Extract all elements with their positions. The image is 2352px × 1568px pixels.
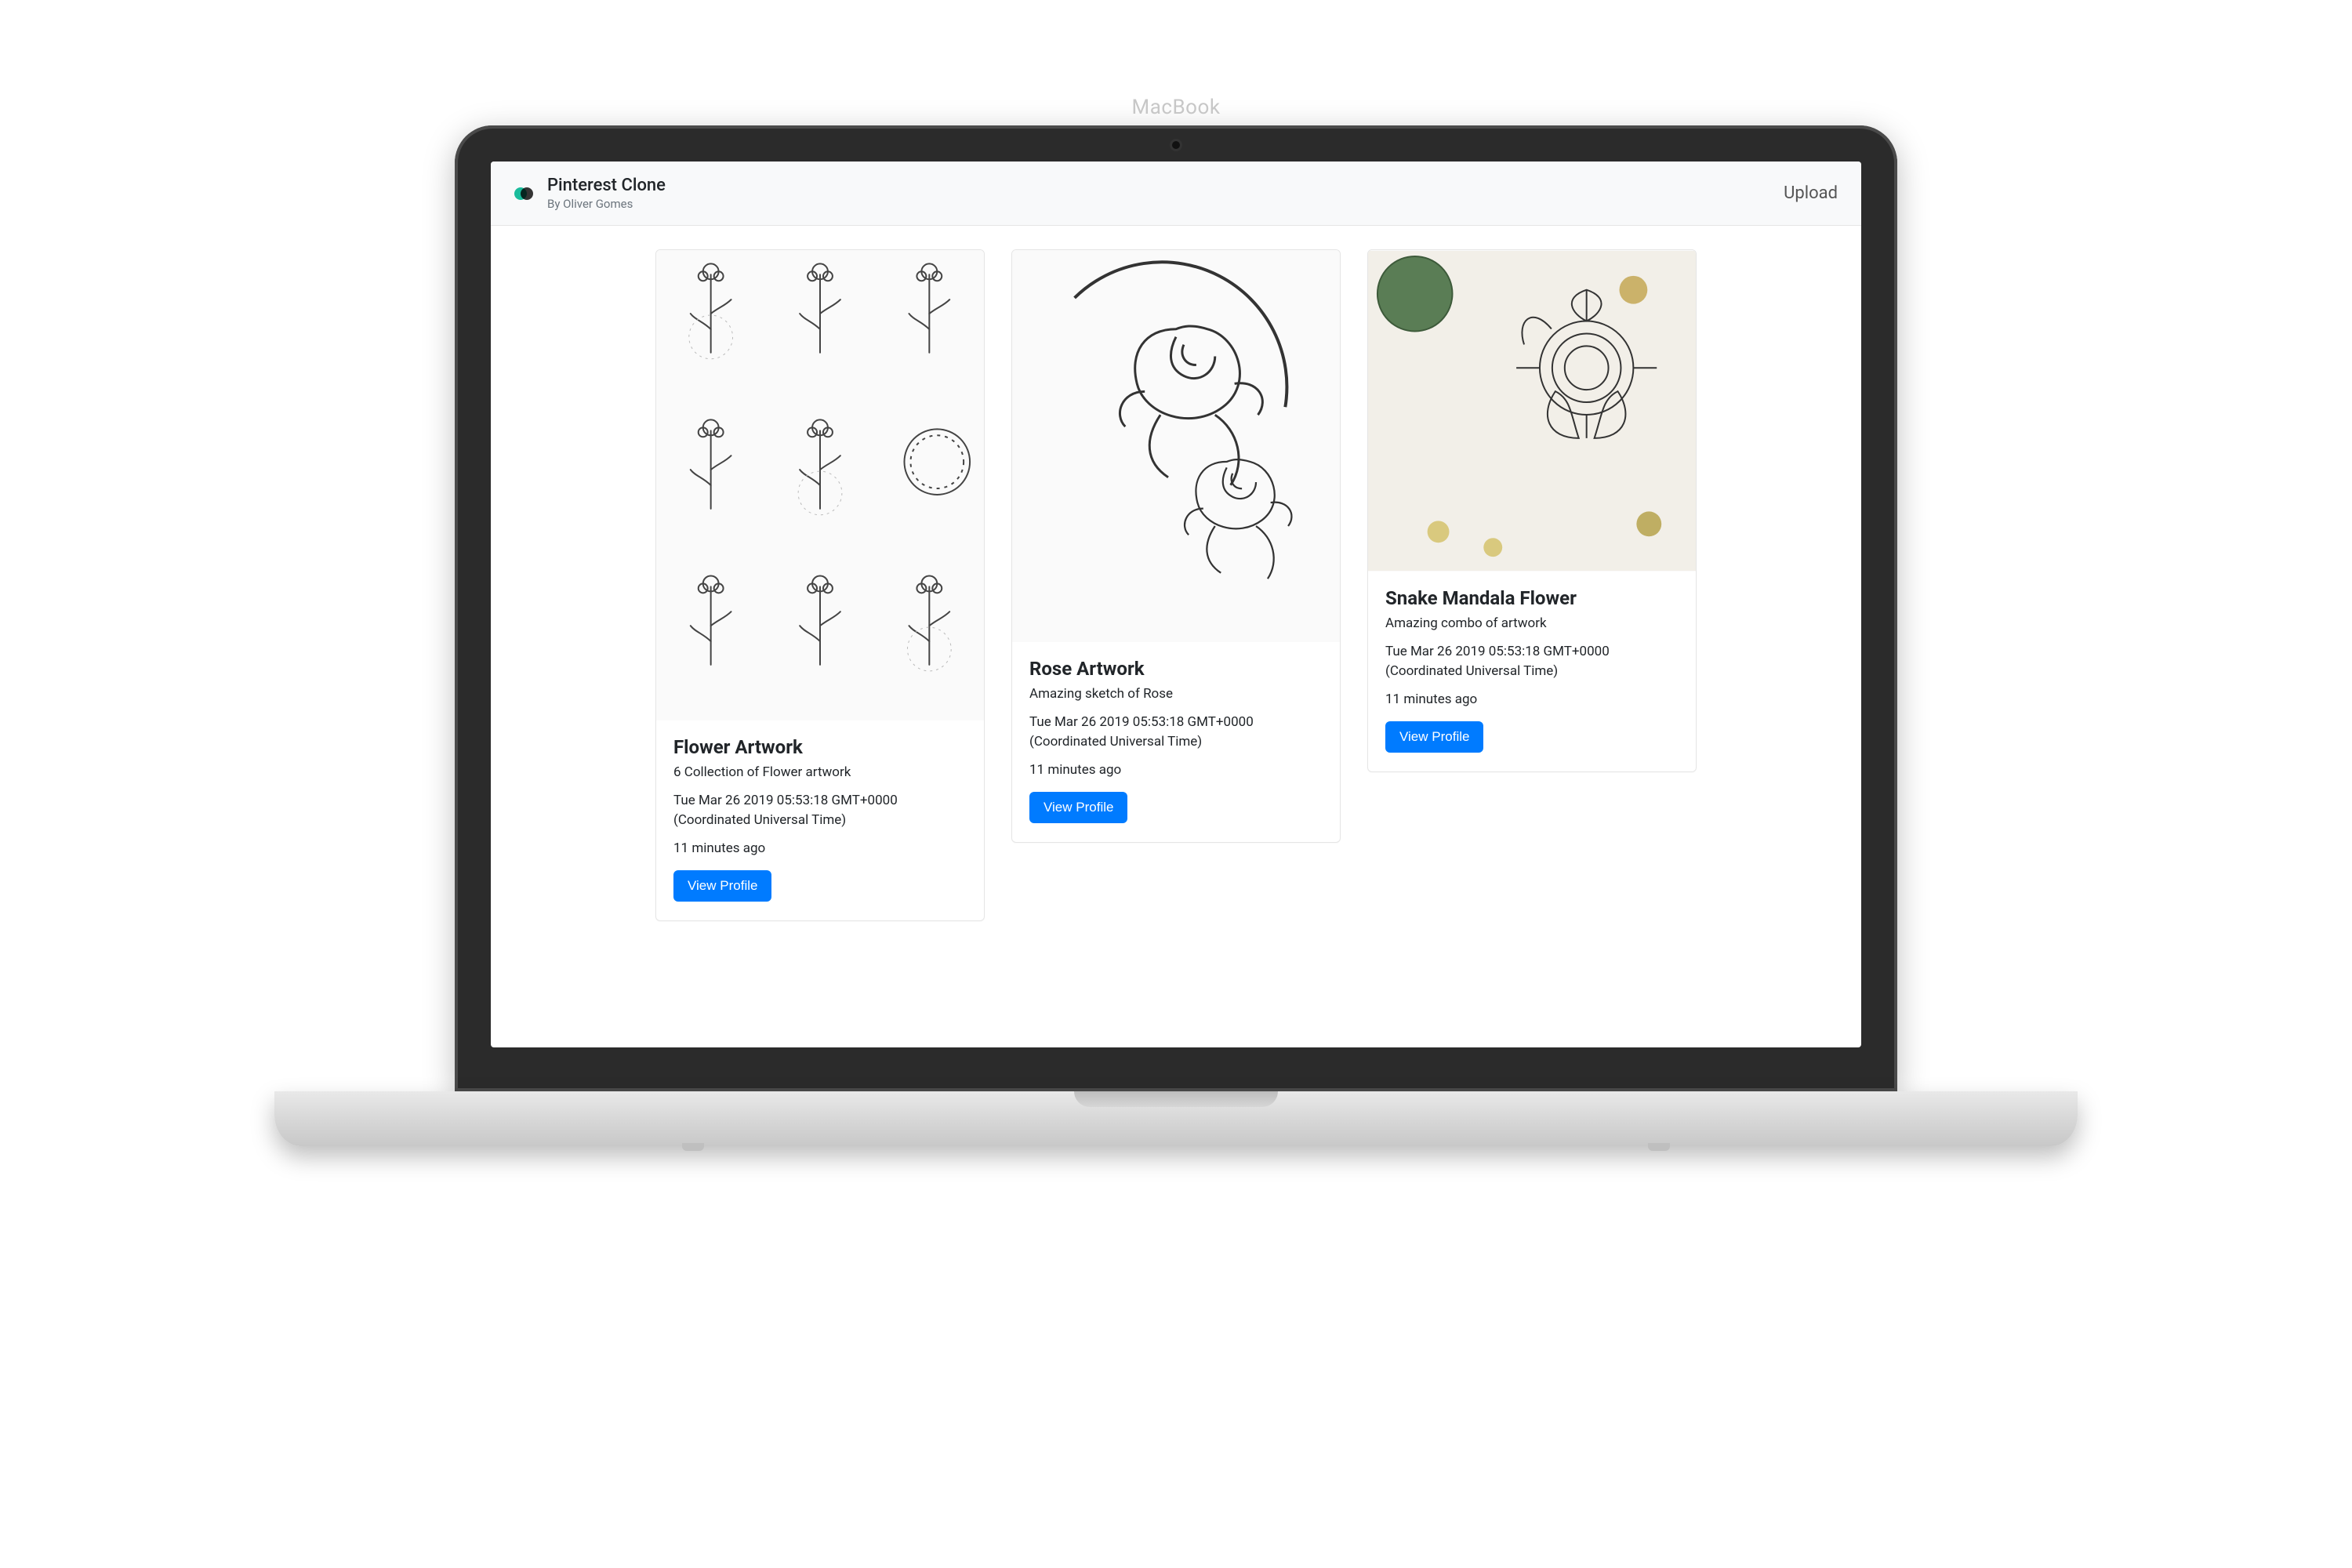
upload-link[interactable]: Upload (1784, 183, 1838, 203)
card-body: Rose Artwork Amazing sketch of Rose Tue … (1012, 642, 1340, 842)
view-profile-button[interactable]: View Profile (1029, 792, 1127, 823)
artwork-card: Rose Artwork Amazing sketch of Rose Tue … (1011, 249, 1341, 843)
webcam-dot (1172, 141, 1180, 149)
card-description: 6 Collection of Flower artwork (673, 764, 967, 780)
card-body: Snake Mandala Flower Amazing combo of ar… (1368, 572, 1696, 771)
app-subtitle: By Oliver Gomes (547, 197, 666, 211)
card-timestamp: Tue Mar 26 2019 05:53:18 GMT+0000 (Coord… (1029, 713, 1323, 751)
card-timestamp: Tue Mar 26 2019 05:53:18 GMT+0000 (Coord… (1385, 642, 1679, 681)
card-relative-time: 11 minutes ago (1385, 691, 1679, 707)
brand[interactable]: Pinterest Clone By Oliver Gomes (514, 176, 666, 211)
laptop-foot (1648, 1143, 1670, 1151)
macbook-mockup: Pinterest Clone By Oliver Gomes Upload F… (274, 125, 2078, 1146)
card-title: Flower Artwork (673, 736, 967, 758)
card-body: Flower Artwork 6 Collection of Flower ar… (656, 720, 984, 920)
card-timestamp: Tue Mar 26 2019 05:53:18 GMT+0000 (Coord… (673, 791, 967, 829)
card-thumbnail[interactable] (1012, 250, 1340, 642)
card-relative-time: 11 minutes ago (1029, 762, 1323, 778)
app-title: Pinterest Clone (547, 176, 666, 195)
app-viewport: Pinterest Clone By Oliver Gomes Upload F… (491, 162, 1861, 1047)
card-thumbnail[interactable] (656, 250, 984, 720)
device-label: MacBook (1132, 96, 1221, 119)
brand-text: Pinterest Clone By Oliver Gomes (547, 176, 666, 211)
card-grid: Flower Artwork 6 Collection of Flower ar… (655, 249, 1697, 1024)
logo-icon (514, 185, 532, 202)
laptop-bezel: Pinterest Clone By Oliver Gomes Upload F… (455, 125, 1897, 1091)
navbar: Pinterest Clone By Oliver Gomes Upload (491, 162, 1861, 226)
content-area: Flower Artwork 6 Collection of Flower ar… (491, 226, 1861, 1047)
card-description: Amazing combo of artwork (1385, 615, 1679, 631)
artwork-card: Flower Artwork 6 Collection of Flower ar… (655, 249, 985, 921)
view-profile-button[interactable]: View Profile (1385, 721, 1483, 753)
card-relative-time: 11 minutes ago (673, 840, 967, 856)
card-description: Amazing sketch of Rose (1029, 686, 1323, 702)
laptop-foot (682, 1143, 704, 1151)
card-thumbnail[interactable] (1368, 250, 1696, 572)
laptop-base (274, 1091, 2078, 1146)
view-profile-button[interactable]: View Profile (673, 870, 771, 902)
card-title: Rose Artwork (1029, 658, 1323, 680)
card-title: Snake Mandala Flower (1385, 587, 1679, 609)
artwork-card: Snake Mandala Flower Amazing combo of ar… (1367, 249, 1697, 772)
